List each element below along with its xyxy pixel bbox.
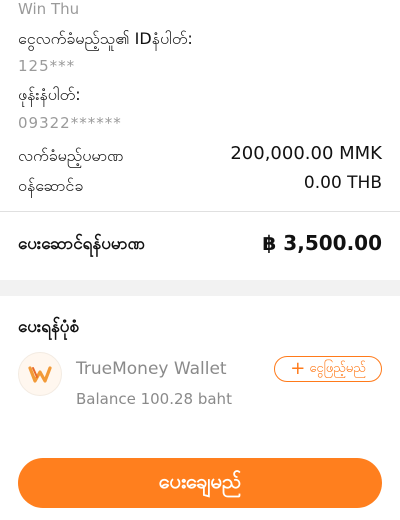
received-amount-value: 200,000.00 MMK (230, 143, 382, 164)
pay-button-label: ပေးချေမည် (158, 469, 242, 493)
plus-icon: + (290, 358, 306, 379)
wallet-balance: Balance 100.28 baht (76, 390, 232, 408)
wallet-name[interactable]: TrueMoney Wallet (76, 359, 227, 379)
details-divider (0, 211, 400, 212)
fee-value: 0.00 THB (303, 173, 382, 193)
user-id-value: 125*** (18, 57, 76, 75)
account-name: Win Thu (18, 0, 80, 18)
fee-label: ဝန်ဆောင်ခ (18, 176, 84, 195)
pay-button[interactable]: ပေးချေမည် (18, 458, 382, 508)
total-amount-label: ပေးဆောင်ရန်ပမာဏ (18, 234, 145, 254)
user-id-label: ငွေလက်ခံမည့်သူ၏ IDနံပါတ်: (18, 29, 193, 48)
phone-label: ဖုန်းနံပါတ်: (18, 85, 81, 104)
topup-label: ငွေဖြည့်မည် (309, 360, 366, 376)
phone-value: 09322****** (18, 114, 122, 132)
topup-button[interactable]: + ငွေဖြည့်မည် (274, 356, 382, 382)
truemoney-logo-icon (18, 352, 62, 396)
received-amount-label: လက်ခံမည့်ပမာဏ (18, 146, 124, 165)
payment-method-title: ပေးရန်ပုံစံ (18, 317, 80, 337)
total-amount-value: ฿ 3,500.00 (262, 231, 382, 255)
